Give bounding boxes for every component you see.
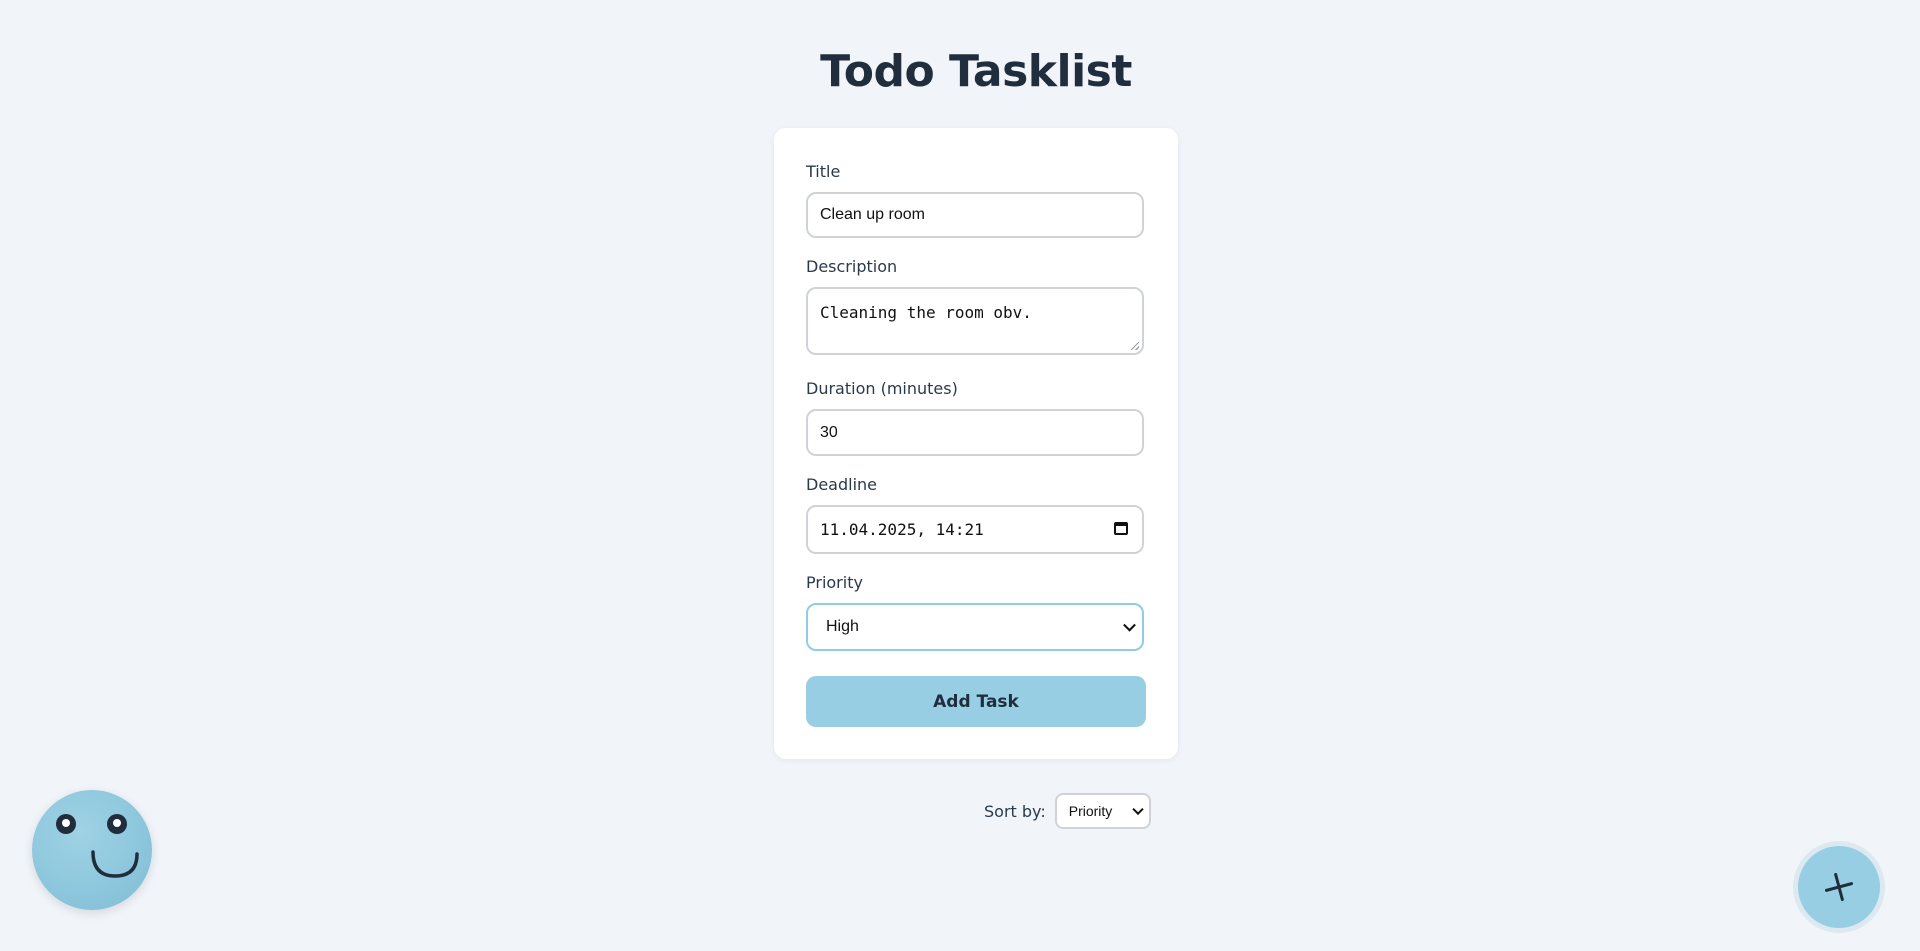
title-label: Title xyxy=(806,162,841,181)
sort-controls: Sort by: Priority xyxy=(984,793,1151,829)
description-label: Description xyxy=(806,257,898,276)
add-task-button[interactable]: Add Task xyxy=(806,676,1146,727)
priority-select-value: High xyxy=(826,618,859,635)
deadline-input[interactable]: 11.04.2025, 14:21 xyxy=(806,505,1144,554)
page: Todo Tasklist Title Clean up room Descri… xyxy=(0,0,1920,951)
duration-label: Duration (minutes) xyxy=(806,379,958,398)
page-title: Todo Tasklist xyxy=(820,46,1132,97)
description-textarea[interactable]: Cleaning the room obv. xyxy=(806,287,1144,355)
duration-input[interactable]: 30 xyxy=(806,409,1144,456)
sort-label: Sort by: xyxy=(984,801,1046,821)
chevron-down-icon xyxy=(1132,803,1144,816)
sort-select-value: Priority xyxy=(1068,803,1113,819)
title-input-value: Clean up room xyxy=(820,206,925,223)
description-textarea-value: Cleaning the room obv. xyxy=(820,303,1032,322)
priority-select[interactable]: High xyxy=(806,603,1144,651)
title-input[interactable]: Clean up room xyxy=(806,192,1144,238)
sort-select[interactable]: Priority xyxy=(1054,793,1151,829)
task-form-card: Title Clean up room Description Cleaning… xyxy=(774,128,1178,759)
deadline-input-value: 11.04.2025, 14:21 xyxy=(820,520,984,539)
smiley-face-graphic xyxy=(56,814,139,878)
duration-input-value: 30 xyxy=(820,423,838,441)
chevron-down-icon xyxy=(1123,618,1136,632)
plus-icon xyxy=(1824,872,1854,902)
priority-label: Priority xyxy=(806,573,863,592)
smiley-face-icon[interactable] xyxy=(32,790,152,910)
deadline-label: Deadline xyxy=(806,475,877,494)
calendar-icon[interactable] xyxy=(1114,522,1128,535)
resize-handle-icon[interactable] xyxy=(1131,342,1139,350)
add-task-fab[interactable] xyxy=(1788,836,1890,938)
